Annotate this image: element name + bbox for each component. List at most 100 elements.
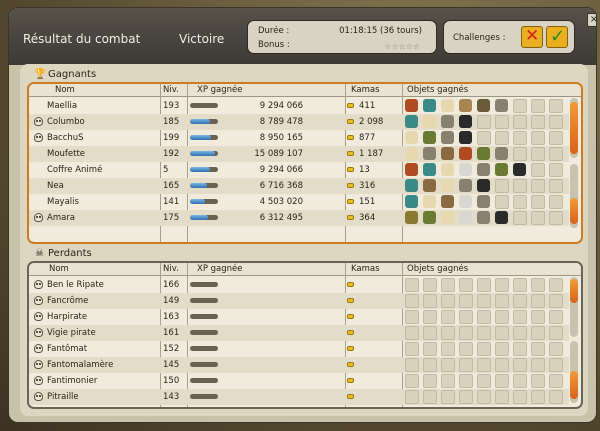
loot-item-icon[interactable] xyxy=(477,147,490,160)
loot-item-icon[interactable] xyxy=(441,99,454,112)
loot-item-icon[interactable] xyxy=(477,211,490,224)
loot-item-icon[interactable] xyxy=(405,179,418,192)
table-row[interactable]: Moufette 192 15 089 107 1 187 xyxy=(29,146,569,162)
loot-item-icon[interactable] xyxy=(405,147,418,160)
loot-item-icon[interactable] xyxy=(423,115,436,128)
empty-loot-slot xyxy=(549,358,563,372)
losers-scrollbar-top[interactable] xyxy=(570,277,578,337)
table-row[interactable]: Maellia 193 9 294 066 411 xyxy=(29,98,569,114)
loot-item-icon[interactable] xyxy=(477,195,490,208)
table-row[interactable]: Ben le Ripate 166 xyxy=(29,277,569,293)
table-row[interactable]: Fancrôme 149 xyxy=(29,293,569,309)
loot-item-icon[interactable] xyxy=(441,115,454,128)
loot-item-icon[interactable] xyxy=(477,99,490,112)
empty-loot-slot xyxy=(405,374,419,388)
loot-item-icon[interactable] xyxy=(423,99,436,112)
table-row[interactable]: Pitraille 143 xyxy=(29,389,569,405)
challenge-success-icon[interactable] xyxy=(546,26,568,48)
table-row[interactable]: Mayalis 141 4 503 020 151 xyxy=(29,194,569,210)
table-row[interactable]: Columbo 185 8 789 478 2 098 xyxy=(29,114,569,130)
player-level: 165 xyxy=(163,181,180,191)
loot-item-icon[interactable] xyxy=(423,147,436,160)
loot-item-icon[interactable] xyxy=(423,179,436,192)
close-button[interactable]: × xyxy=(587,13,596,27)
loot-item-icon[interactable] xyxy=(441,211,454,224)
results-panel: 🏆 Gagnants Nom Niv. XP gagnée Kamas Objet… xyxy=(20,64,588,416)
loot-item-icon[interactable] xyxy=(441,147,454,160)
loot-item-icon[interactable] xyxy=(441,195,454,208)
winners-scrollbar-top[interactable] xyxy=(570,98,578,158)
empty-loot-slot xyxy=(477,278,491,292)
xp-value: 15 089 107 xyxy=(254,149,303,159)
loot-item-icon[interactable] xyxy=(477,163,490,176)
loot-item-icon[interactable] xyxy=(441,163,454,176)
table-row[interactable]: BacchuS 199 8 950 165 877 xyxy=(29,130,569,146)
loot-item-icon[interactable] xyxy=(495,147,508,160)
kamas-icon xyxy=(347,282,354,287)
loot-item-icon[interactable] xyxy=(459,99,472,112)
loot-item-icon[interactable] xyxy=(459,163,472,176)
xp-progress-bar xyxy=(190,282,218,287)
player-name: Amara xyxy=(47,213,76,223)
loot-item-icon[interactable] xyxy=(441,131,454,144)
player-name: Mayalis xyxy=(47,197,79,207)
loot-item-icon[interactable] xyxy=(477,179,490,192)
empty-loot-slot xyxy=(477,310,491,324)
loot-item-icon[interactable] xyxy=(405,99,418,112)
loot-item-icon[interactable] xyxy=(441,179,454,192)
empty-loot-slot xyxy=(513,294,527,308)
table-row[interactable]: Harpirate 163 xyxy=(29,309,569,325)
loot-item-icon[interactable] xyxy=(459,131,472,144)
player-name: Moufette xyxy=(47,149,86,159)
xp-value: 6 716 368 xyxy=(259,181,303,191)
loot-item-icon[interactable] xyxy=(459,147,472,160)
loot-item-icon[interactable] xyxy=(423,195,436,208)
col-kamas: Kamas xyxy=(351,264,380,274)
loot-item-icon[interactable] xyxy=(495,163,508,176)
player-level: 199 xyxy=(163,133,180,143)
loot-item-icon[interactable] xyxy=(495,99,508,112)
loot-item-icon[interactable] xyxy=(405,195,418,208)
winners-scrollbar-bottom[interactable] xyxy=(570,164,578,228)
kamas-icon xyxy=(347,135,354,140)
empty-loot-slot xyxy=(549,374,563,388)
window-title: Résultat du combat xyxy=(23,32,141,46)
loot-item-icon[interactable] xyxy=(513,163,526,176)
losers-scrollbar-bottom[interactable] xyxy=(570,341,578,403)
table-row[interactable]: Coffre Animé 5 9 294 066 13 xyxy=(29,162,569,178)
xp-progress-bar xyxy=(190,119,218,124)
empty-loot-slot xyxy=(459,390,473,404)
empty-loot-slot xyxy=(477,342,491,356)
empty-loot-slot xyxy=(423,374,437,388)
table-row[interactable]: Vigie pirate 161 xyxy=(29,325,569,341)
loot-item-icon[interactable] xyxy=(423,131,436,144)
empty-loot-slot xyxy=(477,326,491,340)
empty-loot-slot xyxy=(513,310,527,324)
table-row[interactable]: Fantomalamère 145 xyxy=(29,357,569,373)
challenge-failed-icon[interactable] xyxy=(521,26,543,48)
empty-loot-slot xyxy=(423,326,437,340)
combat-result-window: Résultat du combat Victoire Durée : 01:1… xyxy=(8,7,597,423)
empty-loot-slot xyxy=(549,99,563,113)
loot-item-icon[interactable] xyxy=(459,195,472,208)
loot-item-icon[interactable] xyxy=(423,163,436,176)
table-row[interactable]: Fantômat 152 xyxy=(29,341,569,357)
duration-label: Durée : xyxy=(258,26,290,36)
loot-item-icon[interactable] xyxy=(495,211,508,224)
loot-item-icon[interactable] xyxy=(405,131,418,144)
player-level: 141 xyxy=(163,197,180,207)
loot-item-icon[interactable] xyxy=(459,115,472,128)
loot-item-icon[interactable] xyxy=(405,211,418,224)
loot-item-icon[interactable] xyxy=(459,211,472,224)
table-row[interactable]: Amara 175 6 312 495 364 xyxy=(29,210,569,226)
loot-item-icon[interactable] xyxy=(405,115,418,128)
table-row[interactable]: Fantimonier 150 xyxy=(29,373,569,389)
kamas-icon xyxy=(347,119,354,124)
loot-item-icon[interactable] xyxy=(459,179,472,192)
player-name: Columbo xyxy=(47,117,85,127)
loot-item-icon[interactable] xyxy=(423,211,436,224)
xp-progress-bar xyxy=(190,199,218,204)
table-row[interactable]: Nea 165 6 716 368 316 xyxy=(29,178,569,194)
empty-loot-slot xyxy=(495,342,509,356)
loot-item-icon[interactable] xyxy=(405,163,418,176)
